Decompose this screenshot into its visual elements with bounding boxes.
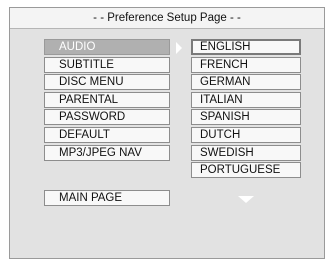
menu-item-parental[interactable]: PARENTAL [44,91,170,108]
menu-item-audio[interactable]: AUDIO [44,39,170,55]
main-page-button[interactable]: MAIN PAGE [44,190,170,206]
arrow-right-icon [176,42,182,54]
menu-item-default[interactable]: DEFAULT [44,126,170,143]
menu-item-password[interactable]: PASSWORD [44,109,170,126]
menu-item-mp3-jpeg-nav[interactable]: MP3/JPEG NAV [44,144,170,161]
option-french[interactable]: FRENCH [191,56,301,73]
option-dutch[interactable]: DUTCH [191,126,301,143]
page-title: - - Preference Setup Page - - [10,8,324,29]
arrow-down-icon[interactable] [238,196,254,203]
option-swedish[interactable]: SWEDISH [191,144,301,161]
setup-menu: AUDIO SUBTITLE DISC MENU PARENTAL PASSWO… [44,39,170,162]
menu-item-disc-menu[interactable]: DISC MENU [44,74,170,91]
preference-setup-screen: - - Preference Setup Page - - AUDIO SUBT… [9,7,325,259]
menu-item-subtitle[interactable]: SUBTITLE [44,56,170,73]
option-portuguese[interactable]: PORTUGUESE [191,162,301,179]
option-english[interactable]: ENGLISH [191,39,301,55]
option-spanish[interactable]: SPANISH [191,109,301,126]
option-german[interactable]: GERMAN [191,74,301,91]
option-italian[interactable]: ITALIAN [191,91,301,108]
audio-language-list: ENGLISH FRENCH GERMAN ITALIAN SPANISH DU… [191,39,301,180]
